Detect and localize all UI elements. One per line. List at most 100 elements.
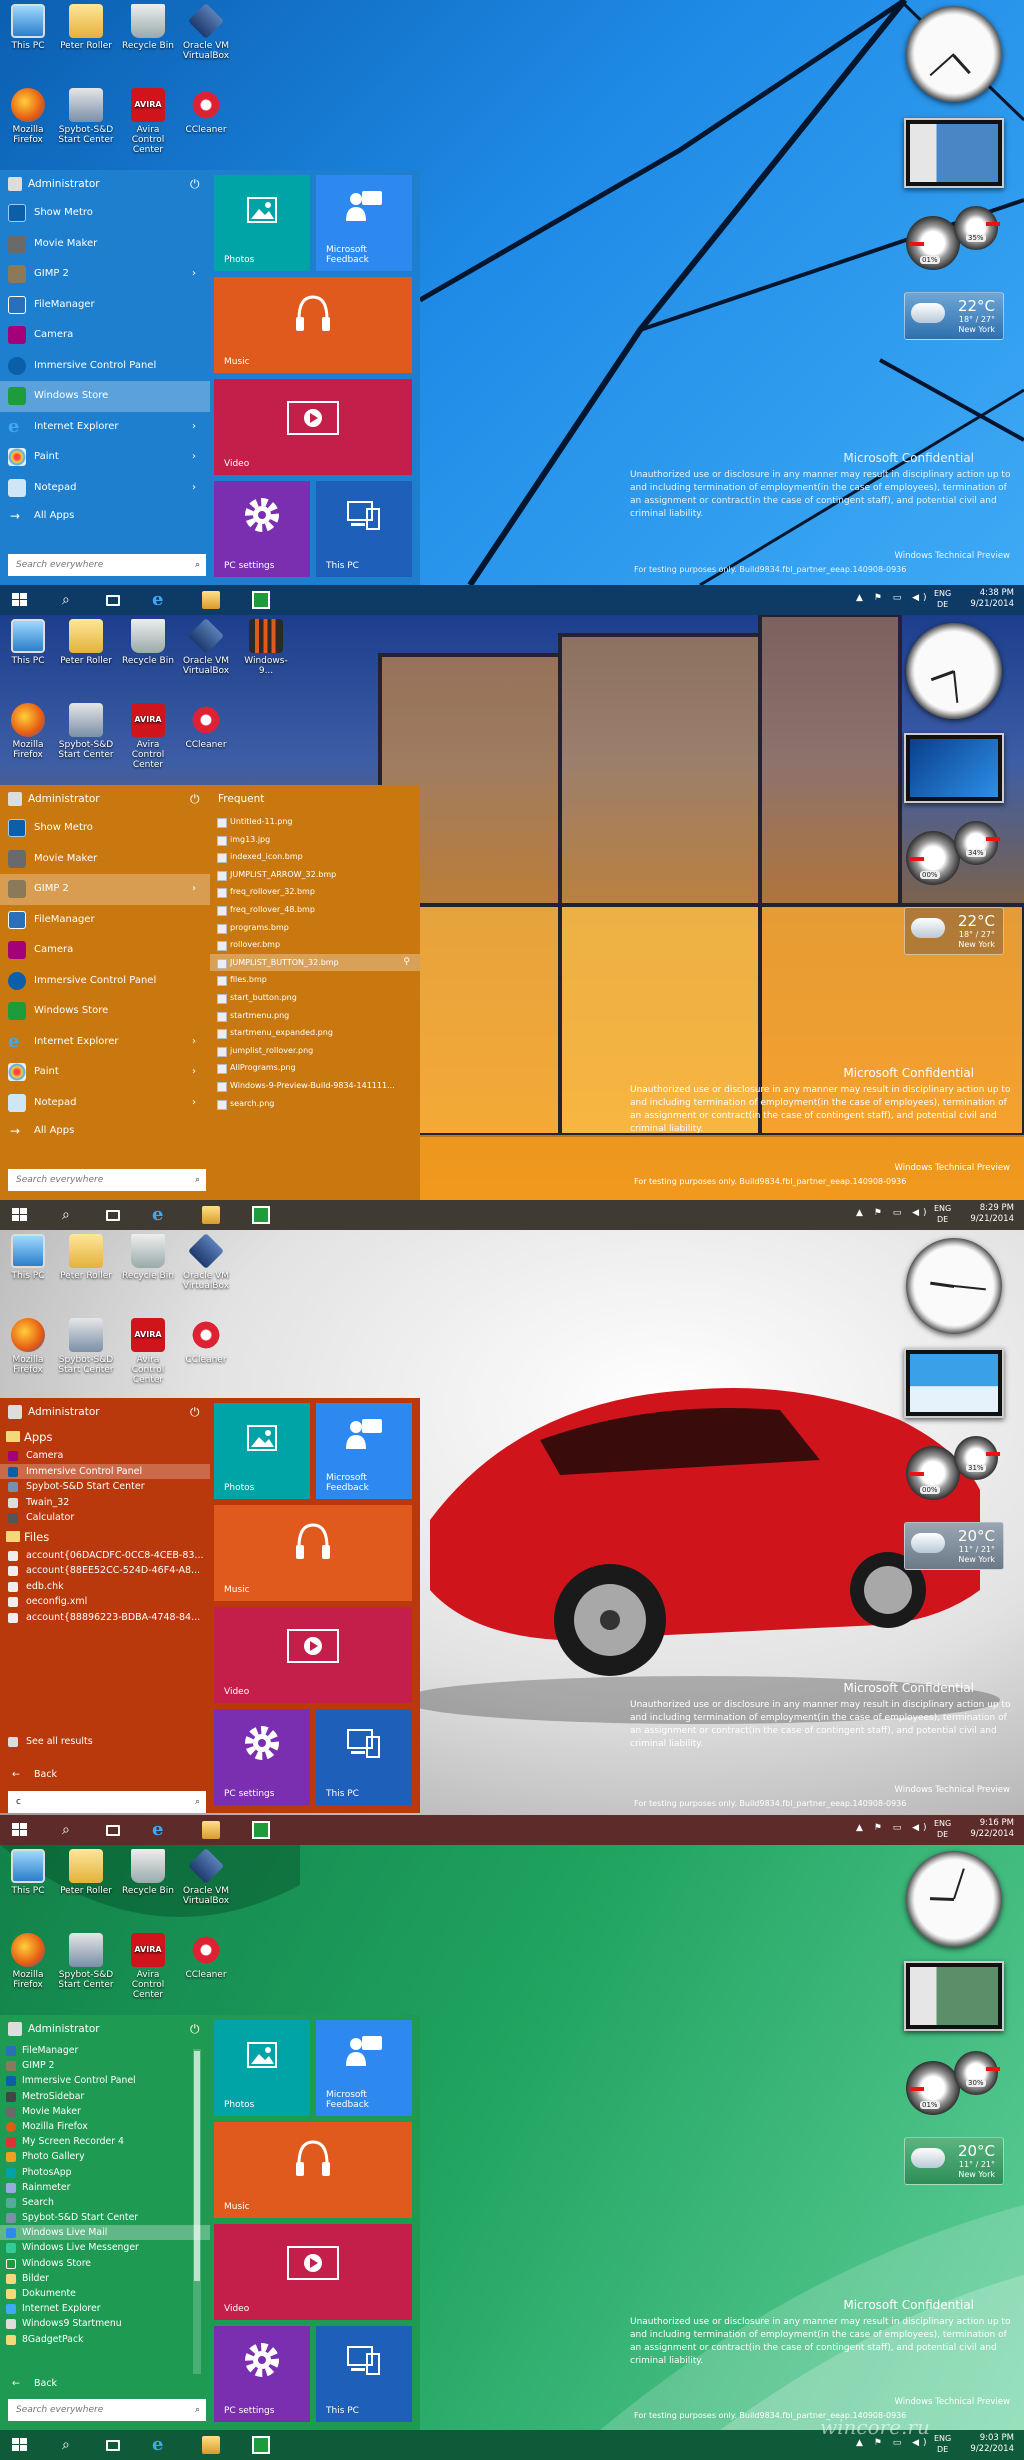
tile-microsoft-feedback[interactable]: Microsoft Feedback	[316, 2020, 412, 2116]
desktop-icon-peter-roller[interactable]: Peter Roller	[58, 1849, 114, 1896]
frequent-item[interactable]: img13.jpg	[210, 831, 420, 849]
desktop-icon-ccleaner[interactable]: CCleaner	[178, 703, 234, 750]
menu-item-notepad[interactable]: Notepad ›	[0, 473, 210, 504]
menu-item-control-panel[interactable]: Immersive Control Panel	[0, 966, 210, 997]
store-icon[interactable]	[252, 2436, 270, 2454]
desktop-icon-firefox[interactable]: Mozilla Firefox	[0, 1318, 56, 1375]
search-result-twain[interactable]: Twain_32	[0, 1495, 210, 1511]
task-view-icon[interactable]	[106, 1210, 120, 1221]
chevron-right-icon[interactable]: ›	[192, 259, 196, 290]
file-explorer-icon[interactable]	[202, 591, 220, 609]
desktop-icon-virtualbox[interactable]: Oracle VM VirtualBox	[178, 1847, 234, 1906]
desktop-icon-spybot[interactable]: Spybot-S&D Start Center	[58, 1318, 114, 1375]
desktop-icon-firefox[interactable]: Mozilla Firefox	[0, 88, 56, 145]
start-button[interactable]	[0, 1200, 44, 1230]
desktop-icon-this-pc[interactable]: This PC	[0, 1234, 56, 1281]
tile-this-pc[interactable]: This PC	[316, 1709, 412, 1805]
menu-item-paint[interactable]: Paint ›	[0, 442, 210, 473]
taskbar-clock[interactable]: 9:03 PM 9/22/2014	[970, 2433, 1014, 2455]
desktop-icon-recycle-bin[interactable]: Recycle Bin	[120, 4, 176, 51]
file-explorer-icon[interactable]	[202, 1206, 220, 1224]
app-list-item[interactable]: PhotosApp	[0, 2165, 210, 2180]
app-list-item[interactable]: Mozilla Firefox	[0, 2119, 210, 2134]
frequent-item[interactable]: freq_rollover_32.bmp	[210, 883, 420, 901]
ie-icon[interactable]: e	[152, 2436, 170, 2454]
menu-item-show-metro[interactable]: Show Metro	[0, 198, 210, 229]
desktop-icon-virtualbox[interactable]: Oracle VM VirtualBox	[178, 2, 234, 61]
menu-item-show-metro[interactable]: Show Metro	[0, 813, 210, 844]
system-tray[interactable]: ▲ ⚑ ▭ ◀)	[856, 1208, 931, 1218]
system-tray[interactable]: ▲ ⚑ ▭ ◀)	[856, 1823, 931, 1833]
menu-item-internet-explorer[interactable]: e Internet Explorer ›	[0, 1027, 210, 1058]
all-apps-button[interactable]: → All Apps	[0, 1118, 210, 1144]
desktop-icon-recycle-bin[interactable]: Recycle Bin	[120, 619, 176, 666]
scrollbar-thumb[interactable]	[194, 2051, 200, 2281]
chevron-right-icon[interactable]: ›	[192, 1088, 196, 1119]
store-icon[interactable]	[252, 1821, 270, 1839]
app-list-item[interactable]: Search	[0, 2195, 210, 2210]
system-tray[interactable]: ▲ ⚑ ▭ ◀)	[856, 593, 931, 603]
user-row[interactable]: Administrator ⏻	[0, 2015, 210, 2043]
start-button[interactable]	[0, 585, 44, 615]
app-list-item[interactable]: Windows9 Startmenu	[0, 2316, 210, 2331]
search-input[interactable]: Search everywhere ⌕	[8, 554, 206, 576]
app-list-item[interactable]: My Screen Recorder 4	[0, 2134, 210, 2149]
tile-pc-settings[interactable]: PC settings	[214, 481, 310, 577]
power-icon[interactable]: ⏻	[190, 1398, 200, 1426]
frequent-item[interactable]: AllPrograms.png	[210, 1059, 420, 1077]
task-view-icon[interactable]	[106, 2440, 120, 2451]
frequent-item-selected[interactable]: JUMPLIST_BUTTON_32.bmp ⚲	[210, 953, 420, 972]
search-icon[interactable]: ⌕	[62, 2436, 80, 2454]
app-list-item[interactable]: Bilder	[0, 2271, 210, 2286]
see-all-results-link[interactable]: See all results	[0, 1732, 210, 1752]
ie-icon[interactable]: e	[152, 1206, 170, 1224]
app-list-scrollbar[interactable]	[193, 2049, 201, 2374]
desktop-icon-recycle-bin[interactable]: Recycle Bin	[120, 1234, 176, 1281]
desktop-icon-spybot[interactable]: Spybot-S&D Start Center	[58, 703, 114, 760]
taskbar-clock[interactable]: 8:29 PM 9/21/2014	[970, 1203, 1014, 1225]
search-result-file[interactable]: account{88EE52CC-524D-46F4-A8...	[0, 1563, 210, 1579]
app-list-item[interactable]: Rainmeter	[0, 2180, 210, 2195]
menu-item-filemanager[interactable]: FileManager	[0, 290, 210, 321]
app-list-item[interactable]: Windows Live Messenger	[0, 2240, 210, 2255]
frequent-item[interactable]: Untitled-11.png	[210, 813, 420, 831]
file-explorer-icon[interactable]	[202, 1821, 220, 1839]
app-list-item[interactable]: Spybot-S&D Start Center	[0, 2210, 210, 2225]
all-apps-button[interactable]: → All Apps	[0, 503, 210, 529]
frequent-item[interactable]: Windows-9-Preview-Build-9834-141111...	[210, 1077, 420, 1095]
tile-photos[interactable]: Photos	[214, 2020, 310, 2116]
power-icon[interactable]: ⏻	[190, 2015, 200, 2043]
desktop-icon-this-pc[interactable]: This PC	[0, 619, 56, 666]
search-result-file[interactable]: oeconfig.xml	[0, 1594, 210, 1610]
frequent-item[interactable]: startmenu.png	[210, 1007, 420, 1025]
desktop-icon-firefox[interactable]: Mozilla Firefox	[0, 703, 56, 760]
task-view-icon[interactable]	[106, 595, 120, 606]
search-result-file[interactable]: account{06DACDFC-0CC8-4CEB-83...	[0, 1548, 210, 1564]
desktop-icon-ccleaner[interactable]: CCleaner	[178, 88, 234, 135]
desktop-icon-peter-roller[interactable]: Peter Roller	[58, 619, 114, 666]
user-row[interactable]: Administrator ⏻	[0, 1398, 210, 1426]
user-row[interactable]: Administrator ⏻	[0, 170, 210, 198]
desktop-icon-avira[interactable]: AVIRA Avira Control Center	[120, 88, 176, 155]
chevron-right-icon[interactable]: ›	[192, 874, 196, 905]
search-result-file[interactable]: edb.chk	[0, 1579, 210, 1595]
tile-pc-settings[interactable]: PC settings	[214, 2326, 310, 2422]
desktop-icon-this-pc[interactable]: This PC	[0, 4, 56, 51]
desktop-icon-peter-roller[interactable]: Peter Roller	[58, 4, 114, 51]
search-input[interactable]: c ⌕	[8, 1791, 206, 1813]
frequent-item[interactable]: JUMPLIST_ARROW_32.bmp	[210, 866, 420, 884]
tile-music[interactable]: Music	[214, 2122, 412, 2218]
app-list-item[interactable]: Dokumente	[0, 2286, 210, 2301]
search-icon[interactable]: ⌕	[62, 591, 80, 609]
desktop-icon-virtualbox[interactable]: Oracle VM VirtualBox	[178, 617, 234, 676]
search-input[interactable]: Search everywhere ⌕	[8, 2399, 206, 2421]
chevron-right-icon[interactable]: ›	[192, 1027, 196, 1058]
tile-video[interactable]: Video	[214, 2224, 412, 2320]
start-button[interactable]	[0, 2430, 44, 2460]
frequent-item[interactable]: rollover.bmp	[210, 936, 420, 954]
tile-this-pc[interactable]: This PC	[316, 481, 412, 577]
menu-item-gimp[interactable]: GIMP 2 ›	[0, 874, 210, 905]
frequent-item[interactable]: jumplist_rollover.png	[210, 1042, 420, 1060]
desktop-icon-avira[interactable]: AVIRA Avira Control Center	[120, 1318, 176, 1385]
tile-music[interactable]: Music	[214, 1505, 412, 1601]
